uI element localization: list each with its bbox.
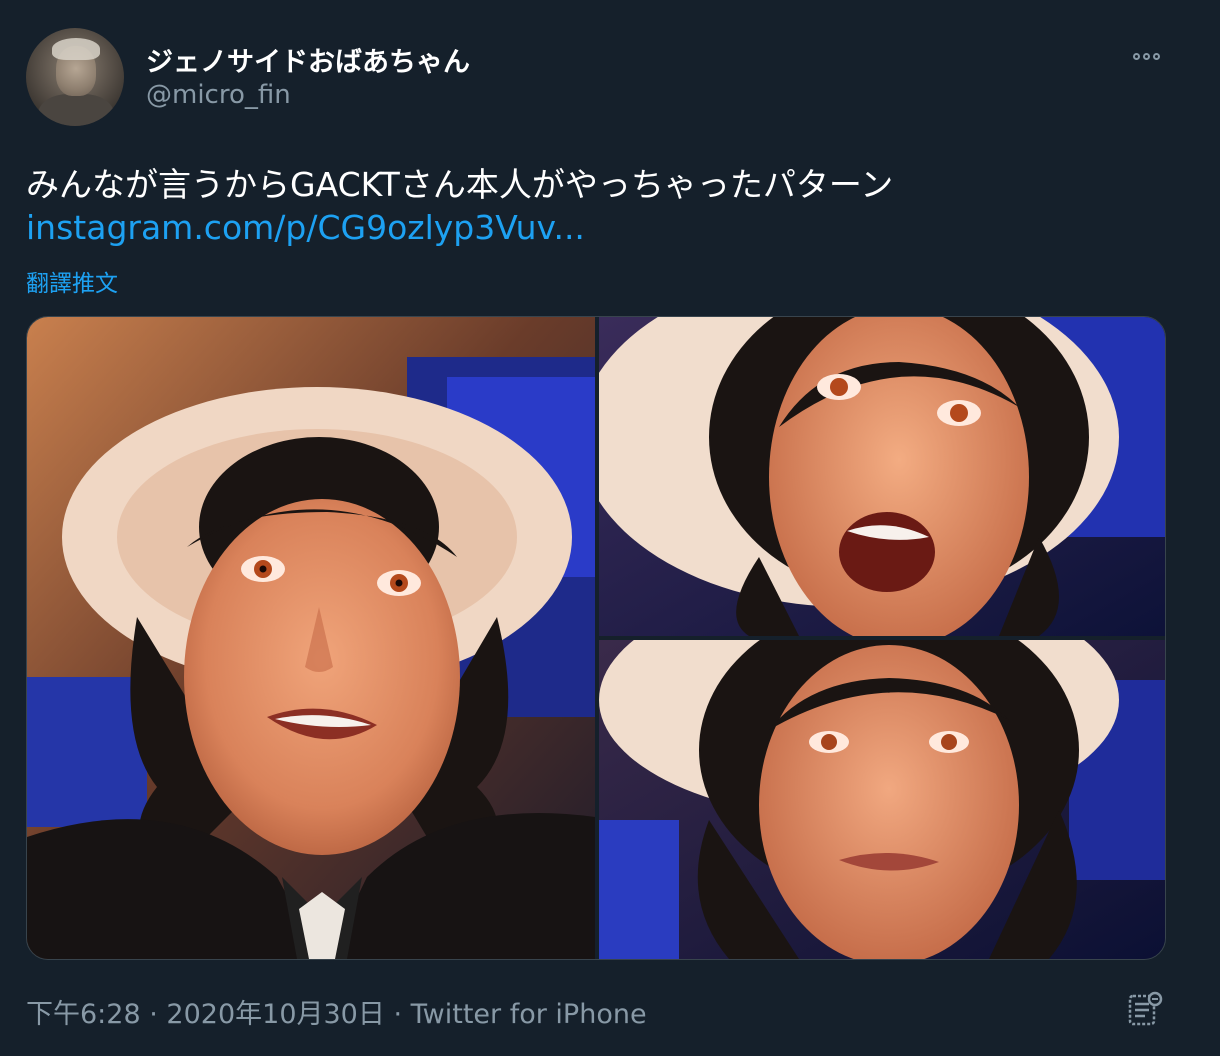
more-horizontal-icon: [1152, 52, 1160, 60]
avatar-body: [38, 94, 114, 126]
photo-3[interactable]: [599, 640, 1165, 959]
analytics-icon: [1128, 991, 1163, 1026]
media-grid: [26, 316, 1166, 960]
meta-separator: ·: [149, 999, 158, 1030]
tweet-meta: 下午6:28 · 2020年10月30日 · Twitter for iPhon…: [26, 992, 647, 1031]
photo-3-image: [599, 640, 1165, 959]
more-horizontal-icon: [1142, 52, 1150, 60]
photo-2[interactable]: [599, 317, 1165, 636]
display-name[interactable]: ジェノサイドおばあちゃん: [146, 40, 470, 79]
translate-tweet-link[interactable]: 翻譯推文: [26, 264, 118, 298]
tweet-date[interactable]: 2020年10月30日: [166, 999, 384, 1030]
more-options-button[interactable]: [1124, 40, 1168, 72]
tweet-source[interactable]: Twitter for iPhone: [411, 999, 647, 1030]
photo-1-image: [27, 317, 595, 959]
photo-2-image: [599, 317, 1165, 636]
user-handle[interactable]: @micro_fin: [146, 80, 291, 110]
avatar-hair: [52, 38, 100, 60]
meta-separator: ·: [393, 999, 403, 1030]
more-horizontal-icon: [1132, 52, 1140, 60]
tweet-link[interactable]: instagram.com/p/CG9ozlyp3Vuv...: [26, 208, 585, 247]
tweet-text: みんなが言うからGACKTさん本人がやっちゃったパターン: [26, 165, 894, 204]
photo-1[interactable]: [27, 317, 595, 959]
tweet-time[interactable]: 下午6:28: [26, 999, 141, 1030]
avatar[interactable]: [26, 28, 124, 126]
analytics-button[interactable]: [1124, 990, 1166, 1030]
tweet-container: ジェノサイドおばあちゃん @micro_fin みんなが言うからGACKTさん本…: [0, 0, 1220, 1056]
